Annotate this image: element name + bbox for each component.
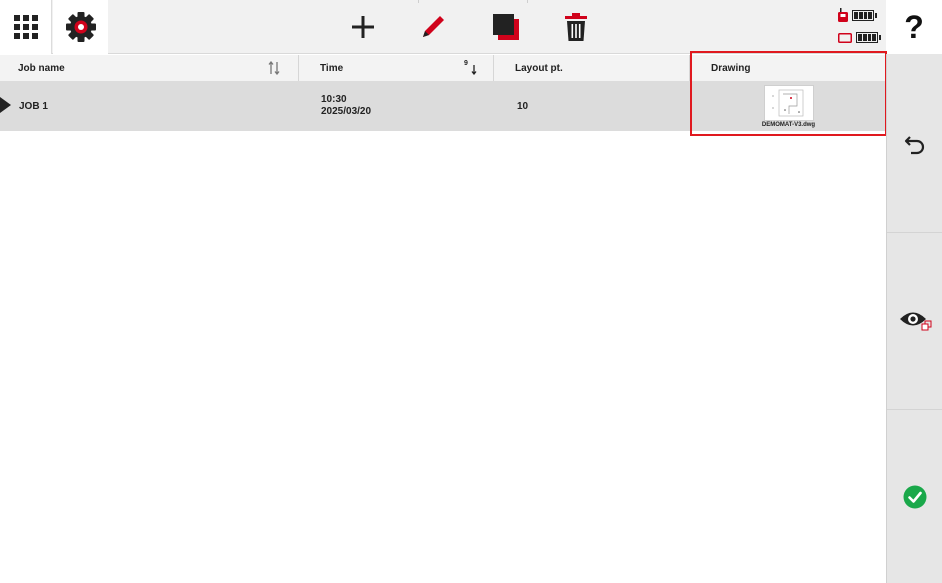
settings-button[interactable]: [53, 0, 108, 54]
cell-time-date: 2025/03/20: [321, 106, 372, 117]
column-header-job-name[interactable]: Job name: [0, 55, 299, 81]
drawing-thumbnail[interactable]: [763, 85, 814, 121]
status-area: [836, 4, 884, 50]
tablet-icon: [838, 32, 852, 43]
cell-time: 10:30 2025/03/20: [321, 81, 371, 131]
view-button[interactable]: [887, 232, 942, 408]
table-row[interactable]: JOB 1 10:30 2025/03/20 10 DEMOMAT-V3.dwg: [0, 81, 886, 131]
cell-time-clock: 10:30: [321, 94, 347, 105]
sort-desc-icon[interactable]: [468, 61, 480, 75]
eye-icon: [900, 312, 932, 330]
confirm-button[interactable]: [887, 409, 942, 583]
cell-job-name: JOB 1: [19, 100, 48, 112]
top-toolbar: [0, 0, 886, 54]
edit-job-button[interactable]: [410, 0, 456, 54]
pencil-icon: [423, 16, 444, 37]
battery-icon: [856, 32, 881, 43]
device-status: [838, 8, 877, 22]
column-header-layout-pt[interactable]: Layout pt.: [495, 55, 690, 81]
battery-icon: [852, 9, 877, 21]
cell-layout-pt: 10: [517, 100, 529, 112]
radio-controller-icon: [838, 8, 848, 22]
drawing-preview-icon: [771, 89, 803, 117]
sort-icon[interactable]: [268, 61, 280, 75]
column-label: Time: [320, 62, 344, 74]
column-header-drawing[interactable]: Drawing: [691, 55, 886, 81]
copy-icon: [493, 14, 519, 40]
column-label: Job name: [18, 62, 65, 74]
check-circle-icon: [903, 485, 927, 508]
gear-icon: [65, 12, 96, 42]
plus-icon: [352, 16, 374, 38]
row-selected-pointer-icon: [0, 97, 11, 113]
trash-icon: [565, 13, 587, 41]
cell-drawing[interactable]: DEMOMAT-V3.dwg: [691, 81, 886, 131]
delete-job-button[interactable]: [553, 0, 599, 54]
tablet-status: [838, 32, 881, 43]
undo-button[interactable]: [887, 56, 942, 232]
column-header-time[interactable]: Time 9: [300, 55, 494, 81]
apps-button[interactable]: [0, 0, 52, 54]
column-label: Drawing: [711, 62, 751, 74]
add-job-button[interactable]: [340, 0, 386, 54]
table-header: Job name Time 9 Layout pt. Drawing: [0, 55, 886, 81]
help-button[interactable]: ?: [886, 0, 942, 54]
undo-icon: [904, 136, 925, 155]
copy-job-button[interactable]: [483, 0, 529, 54]
right-sidebar: [886, 54, 942, 583]
grid-icon: [13, 15, 38, 39]
drawing-filename: DEMOMAT-V3.dwg: [761, 122, 816, 128]
column-label: Layout pt.: [515, 62, 563, 74]
